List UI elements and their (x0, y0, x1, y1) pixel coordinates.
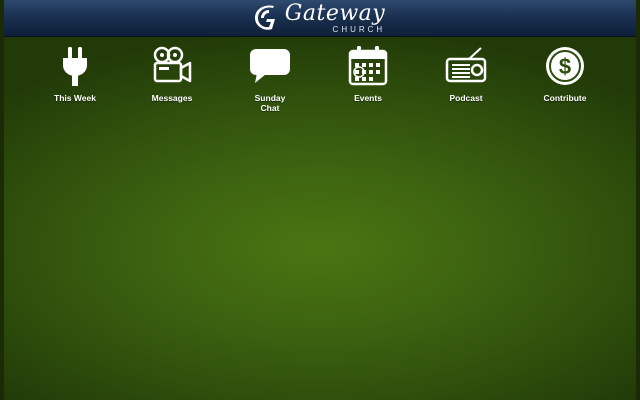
app-screen: Gateway CHURCH This Week Messages Sunday… (0, 0, 640, 400)
nav-item-messages[interactable]: Messages (132, 45, 212, 103)
radio-icon (445, 45, 487, 87)
nav-label: Podcast (449, 93, 483, 103)
dollar-coin-icon: $ (544, 45, 586, 87)
logo-subtitle: CHURCH (332, 24, 386, 34)
nav-label: Messages (151, 93, 193, 103)
gateway-logo[interactable]: Gateway CHURCH (254, 0, 386, 36)
nav-item-events[interactable]: Events (328, 45, 408, 103)
svg-text:$: $ (559, 54, 571, 79)
nav-label: Contribute (543, 93, 587, 103)
main-content: This Week Messages Sunday Chat Events Po… (4, 37, 636, 400)
calendar-icon (347, 45, 389, 87)
video-camera-icon (151, 45, 193, 87)
header-bar: Gateway CHURCH (0, 0, 640, 37)
nav-item-podcast[interactable]: Podcast (426, 45, 506, 103)
nav-label: Sunday Chat (254, 93, 286, 114)
nav-item-contribute[interactable]: $ Contribute (525, 45, 605, 103)
nav-item-sunday-chat[interactable]: Sunday Chat (230, 45, 310, 113)
nav-label: Events (354, 93, 382, 103)
main-nav: This Week Messages Sunday Chat Events Po… (4, 45, 636, 125)
plug-icon (54, 45, 96, 87)
frame-right (636, 0, 640, 400)
logo-name: Gateway (284, 0, 386, 26)
gateway-logo-mark-icon (254, 5, 275, 30)
nav-item-this-week[interactable]: This Week (35, 45, 115, 103)
chat-bubble-icon (249, 45, 291, 87)
nav-label: This Week (54, 93, 96, 103)
